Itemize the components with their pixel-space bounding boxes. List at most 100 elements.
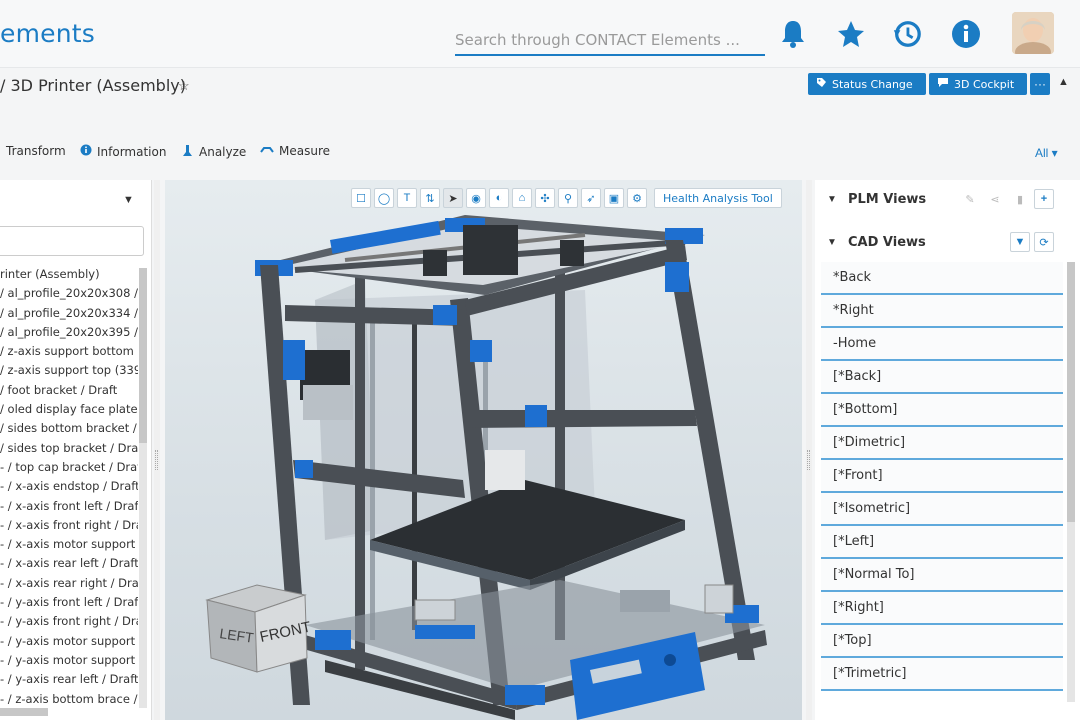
cad-view-item[interactable]: [*Back]	[821, 361, 1063, 394]
cad-view-item[interactable]: [*Front]	[821, 460, 1063, 493]
cad-view-item[interactable]: [*Right]	[821, 592, 1063, 625]
information-tool[interactable]: Information	[80, 144, 166, 159]
tree-item[interactable]: - / y-axis motor support / I	[0, 632, 138, 651]
star-icon[interactable]	[836, 18, 866, 50]
cad-view-item[interactable]: [*Top]	[821, 625, 1063, 658]
tree-scrollbar[interactable]	[139, 268, 147, 708]
cad-views-header[interactable]: ▼ CAD Views ▼ ⟳	[815, 225, 1065, 259]
views-panel: ▼ PLM Views ✎ ⋖ ▮ + ▼ CAD Views ▼ ⟳ *Bac…	[815, 180, 1080, 720]
analyze-tool[interactable]: Analyze	[181, 144, 246, 160]
tree-item[interactable]: - / x-axis rear left / Draft	[0, 554, 138, 573]
tree-item[interactable]: - / y-axis front right / Draft	[0, 612, 138, 631]
arrow-icon[interactable]: ➶	[581, 188, 601, 208]
cad-view-item[interactable]: [*Dimetric]	[821, 427, 1063, 460]
tree-item[interactable]: - / top cap bracket / Draft	[0, 458, 138, 477]
transform-icon[interactable]: ⇅	[420, 188, 440, 208]
tree-item[interactable]: / oled display face plate /	[0, 400, 138, 419]
view-cube[interactable]: LEFT FRONT	[205, 580, 315, 680]
home-icon[interactable]: ⌂	[512, 188, 532, 208]
tree-scroll-thumb[interactable]	[139, 268, 147, 443]
tree-item[interactable]: / al_profile_20x20x308 / D	[0, 284, 138, 303]
text-icon[interactable]: T	[397, 188, 417, 208]
cad-views-title: CAD Views	[848, 234, 926, 250]
tree-item[interactable]: / al_profile_20x20x395 / D	[0, 323, 138, 342]
tree-item[interactable]: - / x-axis endstop / Draft	[0, 477, 138, 496]
tree-item[interactable]: - / z-axis bottom brace / D	[0, 690, 138, 709]
analyze-label: Analyze	[199, 145, 247, 159]
cad-view-item[interactable]: *Back	[821, 262, 1063, 295]
refresh-icon[interactable]: ⟳	[1034, 232, 1054, 252]
collapse-header-icon[interactable]: ▲	[1058, 76, 1069, 88]
transform-tool[interactable]: Transform	[6, 144, 66, 158]
tree-item[interactable]: - / y-axis front left / Draft	[0, 593, 138, 612]
tree-item[interactable]: rinter (Assembly)	[0, 265, 138, 284]
structure-tree: rinter (Assembly) / al_profile_20x20x308 …	[0, 265, 138, 709]
tree-item[interactable]: - / y-axis rear left / Draft	[0, 670, 138, 689]
cad-view-item[interactable]: [*Bottom]	[821, 394, 1063, 427]
share-icon[interactable]: ⋖	[985, 189, 1005, 209]
views-scrollbar[interactable]	[1067, 262, 1075, 702]
pin-icon[interactable]: ⚲	[558, 188, 578, 208]
info-icon[interactable]	[951, 18, 981, 50]
cad-view-item[interactable]: [*Trimetric]	[821, 658, 1063, 691]
bell-icon[interactable]	[778, 18, 808, 50]
tree-item[interactable]: / al_profile_20x20x334 / D	[0, 304, 138, 323]
tree-item[interactable]: - / x-axis motor support / I	[0, 535, 138, 554]
pointer-icon[interactable]: ➤	[443, 188, 463, 208]
cad-view-item[interactable]: *Right	[821, 295, 1063, 328]
eye-icon[interactable]: ◉	[466, 188, 486, 208]
filter-icon[interactable]: ▼	[1010, 232, 1030, 252]
collapse-caret-icon[interactable]: ▼	[827, 194, 837, 205]
add-view-button[interactable]: +	[1034, 189, 1054, 209]
cad-view-item[interactable]: -Home	[821, 328, 1063, 361]
top-bar: ements	[0, 0, 1080, 68]
tree-item[interactable]: / foot bracket / Draft	[0, 381, 138, 400]
status-change-button[interactable]: Status Change	[808, 73, 926, 95]
collapse-caret-icon[interactable]: ▼	[827, 237, 837, 248]
camera-icon[interactable]: ▣	[604, 188, 624, 208]
select-box-icon[interactable]: ☐	[351, 188, 371, 208]
measure-tool[interactable]: Measure	[260, 144, 330, 158]
plm-views-title: PLM Views	[848, 191, 927, 207]
3d-viewport[interactable]: LEFT FRONT ☐ ◯ T ⇅ ➤ ◉ ◐ ⌂ ✣ ⚲ ➶ ▣ ⚙ Hea…	[165, 180, 802, 720]
chat-icon	[937, 77, 949, 91]
tree-item[interactable]: - / x-axis front right / Draft	[0, 516, 138, 535]
views-scroll-thumb[interactable]	[1067, 262, 1075, 522]
tree-item[interactable]: - / y-axis motor support / I	[0, 651, 138, 670]
tree-item[interactable]: - / x-axis rear right / Draft	[0, 574, 138, 593]
search-input[interactable]	[455, 26, 765, 56]
tree-item[interactable]: / sides bottom bracket / D	[0, 419, 138, 438]
circle-icon[interactable]: ◯	[374, 188, 394, 208]
explode-icon[interactable]: ✣	[535, 188, 555, 208]
tree-horizontal-scrollbar[interactable]	[0, 708, 48, 716]
delete-icon[interactable]: ▮	[1010, 189, 1030, 209]
history-icon[interactable]	[892, 18, 922, 50]
3d-cockpit-button[interactable]: 3D Cockpit	[929, 73, 1027, 95]
tree-item[interactable]: / z-axis support bottom (3	[0, 342, 138, 361]
right-splitter[interactable]	[806, 180, 812, 720]
cad-views-list: *Back *Right -Home [*Back] [*Bottom] [*Dimetr…	[821, 262, 1063, 691]
chevron-down-icon[interactable]: ▼	[123, 194, 134, 206]
app-title[interactable]: ements	[0, 19, 95, 48]
info-small-icon	[80, 144, 92, 159]
tree-item[interactable]: - / x-axis front left / Draft	[0, 497, 138, 516]
tree-item[interactable]: / sides top bracket / Draft	[0, 439, 138, 458]
favorite-star-icon[interactable]: ☆	[178, 78, 190, 94]
cad-view-item[interactable]: [*Normal To]	[821, 559, 1063, 592]
edit-icon[interactable]: ✎	[960, 189, 980, 209]
transform-label: Transform	[6, 144, 66, 158]
avatar[interactable]	[1012, 12, 1054, 54]
section-icon[interactable]: ◐	[489, 188, 509, 208]
cad-view-item[interactable]: [*Isometric]	[821, 493, 1063, 526]
tree-filter-input[interactable]	[0, 226, 144, 256]
settings-icon[interactable]: ⚙	[627, 188, 647, 208]
cad-view-item[interactable]: [*Left]	[821, 526, 1063, 559]
filter-all-dropdown[interactable]: All ▾	[1035, 146, 1058, 160]
left-splitter[interactable]	[154, 180, 160, 720]
health-analysis-tool-button[interactable]: Health Analysis Tool	[654, 188, 782, 208]
tree-item[interactable]: / z-axis support top (339m	[0, 361, 138, 380]
more-actions-button[interactable]: ···	[1030, 73, 1050, 95]
breadcrumb: / 3D Printer (Assembly)	[0, 76, 186, 95]
structure-tree-panel: ▼ rinter (Assembly) / al_profile_20x20x30…	[0, 180, 152, 720]
plm-views-header[interactable]: ▼ PLM Views ✎ ⋖ ▮ +	[815, 182, 1065, 216]
